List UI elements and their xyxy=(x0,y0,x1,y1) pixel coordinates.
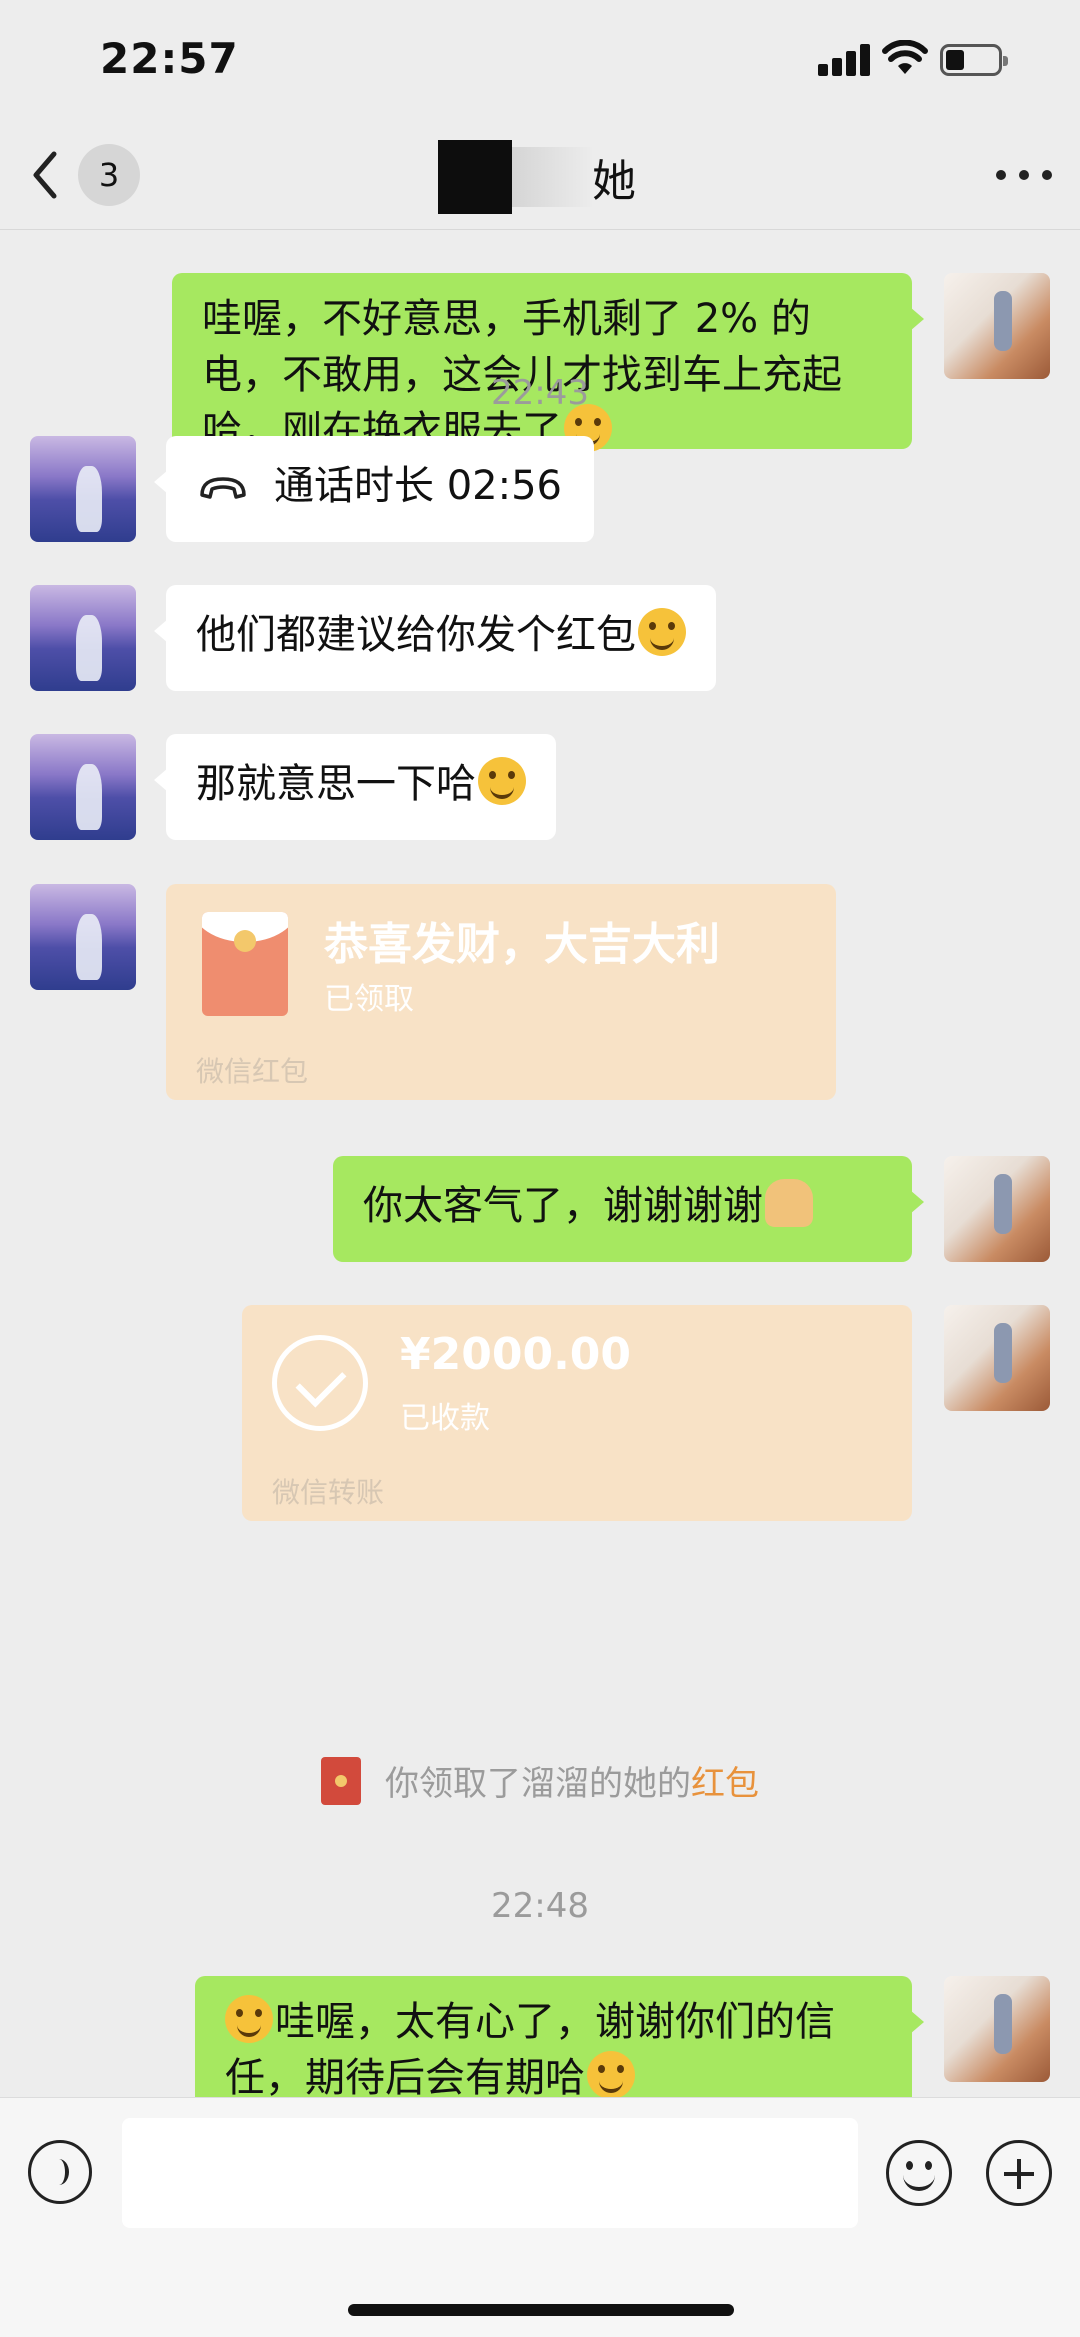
red-packet-icon xyxy=(202,912,288,1016)
wifi-icon xyxy=(882,39,928,76)
red-packet-label: 微信红包 xyxy=(196,1055,309,1088)
chat-title: 她 xyxy=(438,140,636,214)
status-bar: 22:57 xyxy=(0,0,1080,120)
message-row: 恭喜发财，大吉大利 已领取 微信红包 xyxy=(0,884,1080,1104)
battery-icon xyxy=(940,44,1008,76)
chat-messages[interactable]: 哇喔，不好意思，手机剩了 2% 的电，不敢用，这会儿才找到车上充起哈，刚在换衣服… xyxy=(0,231,1080,2097)
red-packet-claimed-notice: 你领取了溜溜的她的红包 xyxy=(0,1756,1080,1805)
message-row: 哇喔，太有心了，谢谢你们的信任，期待后会有期哈 xyxy=(0,1976,1080,2097)
redacted-name-fade xyxy=(512,147,592,207)
contact-avatar[interactable] xyxy=(30,436,136,542)
my-avatar[interactable] xyxy=(944,273,1050,379)
home-indicator xyxy=(348,2304,734,2316)
my-avatar[interactable] xyxy=(944,1305,1050,1411)
more-icon[interactable] xyxy=(996,160,1052,190)
ok-hand-emoji-icon xyxy=(587,2051,635,2097)
chat-title-text: 她 xyxy=(592,156,636,207)
emoji-icon[interactable] xyxy=(886,2140,952,2206)
call-record-bubble[interactable]: 通话时长 02:56 xyxy=(154,436,594,542)
wink-tongue-emoji-icon xyxy=(225,1995,273,2043)
folded-hands-emoji-icon xyxy=(765,1179,813,1227)
message-text: 他们都建议给你发个红包 xyxy=(196,612,636,658)
transfer-label: 微信转账 xyxy=(272,1476,385,1509)
contact-avatar[interactable] xyxy=(30,884,136,990)
red-packet-small-icon xyxy=(321,1757,361,1805)
unread-count-badge: 3 xyxy=(78,144,140,206)
message-row: 你太客气了，谢谢谢谢 xyxy=(0,1156,1080,1266)
status-time: 22:57 xyxy=(100,34,239,83)
message-text: 那就意思一下哈 xyxy=(196,761,476,807)
message-row: 哇喔，不好意思，手机剩了 2% 的电，不敢用，这会儿才找到车上充起哈，刚在换衣服… xyxy=(0,273,1080,454)
message-text: 你太客气了，谢谢谢谢 xyxy=(363,1183,763,1229)
plus-icon[interactable] xyxy=(986,2140,1052,2206)
message-bubble[interactable]: 那就意思一下哈 xyxy=(154,734,556,840)
input-bar xyxy=(0,2097,1080,2337)
message-row: ¥2000.00 已收款 微信转账 xyxy=(0,1305,1080,1525)
red-packet-status: 已领取 xyxy=(324,982,414,1017)
contact-avatar[interactable] xyxy=(30,734,136,840)
my-avatar[interactable] xyxy=(944,1976,1050,2082)
chevron-left-icon xyxy=(30,150,74,200)
redacted-name-block xyxy=(438,140,512,214)
transfer-card[interactable]: ¥2000.00 已收款 微信转账 xyxy=(242,1305,912,1521)
red-packet-card[interactable]: 恭喜发财，大吉大利 已领取 微信红包 xyxy=(166,884,836,1100)
red-packet-title: 恭喜发财，大吉大利 xyxy=(324,919,720,970)
nav-bar: 3 她 xyxy=(0,120,1080,230)
message-input[interactable] xyxy=(122,2118,858,2228)
message-bubble[interactable]: 哇喔，太有心了，谢谢你们的信任，期待后会有期哈 xyxy=(195,1976,924,2097)
call-duration-text: 通话时长 02:56 xyxy=(274,463,562,509)
message-row: 那就意思一下哈 xyxy=(0,734,1080,844)
contact-avatar[interactable] xyxy=(30,585,136,691)
red-packet-link[interactable]: 红包 xyxy=(691,1764,759,1804)
timestamp: 22:43 xyxy=(491,373,589,413)
my-avatar[interactable] xyxy=(944,1156,1050,1262)
check-circle-icon xyxy=(272,1335,368,1431)
message-bubble[interactable]: 你太客气了，谢谢谢谢 xyxy=(333,1156,924,1262)
grin-emoji-icon xyxy=(638,608,686,656)
message-text: 哇喔，太有心了，谢谢你们的信任，期待后会有期哈 xyxy=(225,1999,835,2097)
message-bubble[interactable]: 哇喔，不好意思，手机剩了 2% 的电，不敢用，这会儿才找到车上充起哈，刚在换衣服… xyxy=(172,273,924,454)
transfer-status: 已收款 xyxy=(400,1401,490,1436)
message-bubble[interactable]: 他们都建议给你发个红包 xyxy=(154,585,716,691)
timestamp: 22:48 xyxy=(491,1886,589,1926)
voice-icon[interactable] xyxy=(28,2140,92,2204)
message-row: 他们都建议给你发个红包 xyxy=(0,585,1080,695)
system-text: 你领取了溜溜的她的 xyxy=(385,1764,691,1804)
thinking-emoji-icon xyxy=(478,757,526,805)
back-button[interactable]: 3 xyxy=(30,142,140,208)
cellular-signal-icon xyxy=(818,42,870,76)
phone-hangup-icon xyxy=(200,477,246,499)
transfer-amount: ¥2000.00 xyxy=(400,1329,632,1380)
message-row: 通话时长 02:56 xyxy=(0,436,1080,546)
